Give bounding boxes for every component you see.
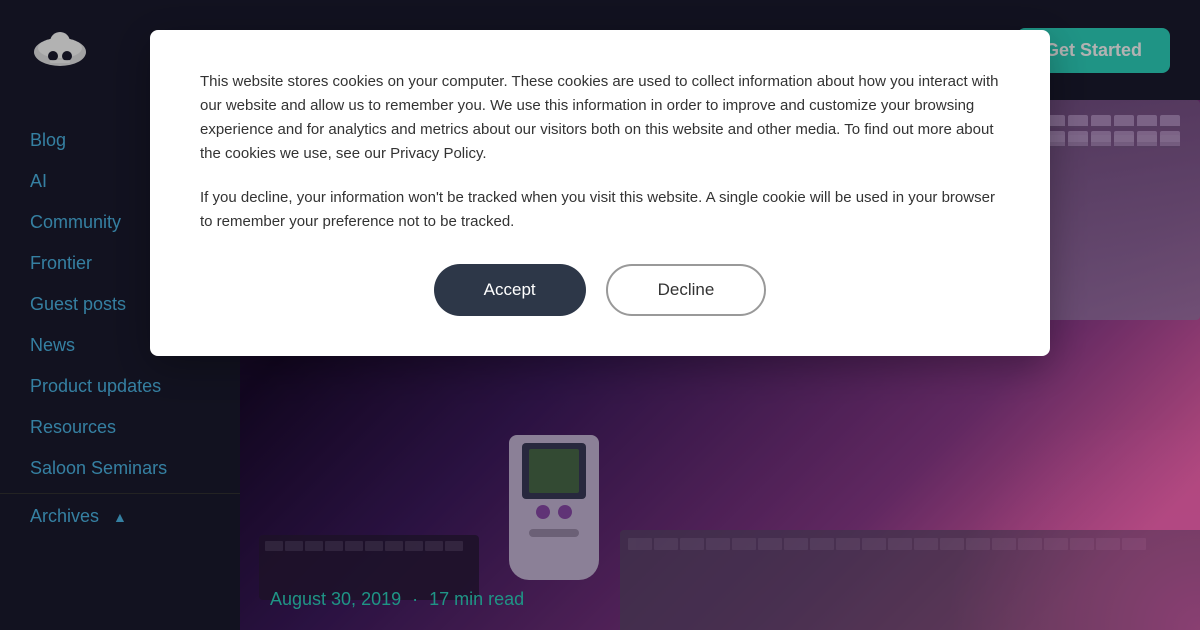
cookie-text-1: This website stores cookies on your comp… [200,70,1000,166]
cookie-buttons: Accept Decline [200,264,1000,316]
cookie-text-2: If you decline, your information won't b… [200,186,1000,234]
modal-overlay: This website stores cookies on your comp… [0,0,1200,630]
cookie-modal: This website stores cookies on your comp… [150,30,1050,356]
decline-button[interactable]: Decline [606,264,767,316]
accept-button[interactable]: Accept [434,264,586,316]
